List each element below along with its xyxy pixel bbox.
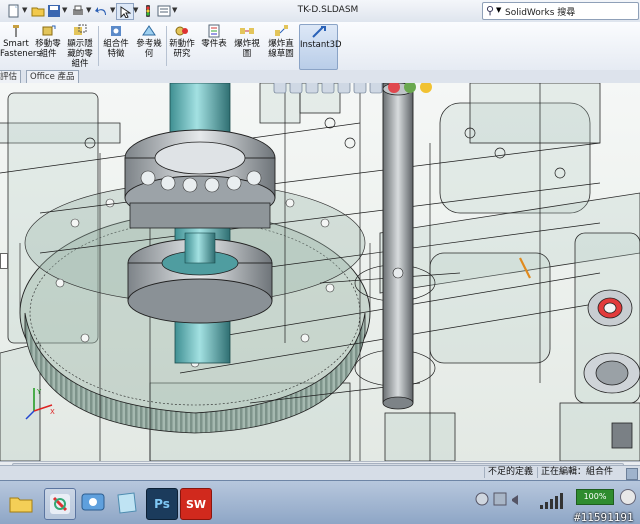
search-dropdown-icon[interactable]: ▼ (496, 6, 501, 14)
fastener-icon (13, 25, 19, 37)
new-file-icon[interactable] (6, 3, 22, 18)
explode-line-sketch-icon (275, 25, 288, 36)
view-orientation-icon[interactable] (337, 83, 351, 94)
photoshop-app-icon[interactable]: Ps (146, 488, 178, 520)
rebuild-icon[interactable] (140, 3, 156, 18)
button-label: 參考幾 何 (136, 39, 162, 59)
hide-show-items-icon[interactable] (369, 83, 383, 94)
svg-text:X: X (50, 408, 55, 416)
button-label: 移動零 組件 (35, 39, 61, 59)
reference-geometry-button[interactable]: 參考幾 何 (134, 24, 164, 68)
button-label: 爆炸直 線草圖 (268, 39, 294, 59)
show-hidden-components-button[interactable]: 顯示隱 藏的零 組件 (64, 24, 96, 69)
section-view-icon[interactable] (321, 83, 335, 94)
search-input[interactable]: SolidWorks 搜尋 (505, 5, 575, 18)
command-tabs: 評估 Office 產品 (0, 70, 640, 83)
select-dropdown-icon[interactable]: ▼ (133, 6, 139, 14)
explode-line-sketch-button[interactable]: 爆炸直 線草圖 (265, 24, 297, 68)
signal-strength-icon[interactable] (540, 493, 563, 509)
notepad-app-icon[interactable] (112, 488, 142, 518)
command-manager: Smart Fasteners 移動零 組件 顯示隱 藏的零 組件 組合件 特徵… (0, 22, 640, 71)
solidworks-app-icon[interactable]: SW (180, 488, 212, 520)
zoom-to-fit-icon[interactable] (273, 83, 287, 94)
media-app-icon[interactable] (44, 488, 76, 520)
motion-study-icon (175, 26, 188, 36)
assembly-model: Y X (0, 83, 640, 461)
options-dropdown-icon[interactable]: ▼ (172, 6, 178, 14)
open-folder-icon[interactable] (30, 3, 46, 18)
new-dropdown-icon[interactable]: ▼ (22, 6, 28, 14)
button-label: 新動作 研究 (169, 39, 195, 59)
tab-evaluate[interactable]: 評估 (0, 70, 22, 83)
clock-icon[interactable] (620, 489, 636, 505)
svg-text:Y: Y (36, 388, 42, 396)
instant3d-icon (311, 26, 326, 38)
button-label: 爆炸視 圖 (234, 39, 260, 59)
graphics-area[interactable]: Y X (0, 83, 640, 461)
view-settings-icon[interactable] (420, 83, 432, 93)
print-icon[interactable] (70, 3, 86, 18)
save-icon[interactable] (46, 3, 62, 18)
button-label: 組合件 特徵 (103, 39, 129, 59)
search-box[interactable]: ⚲ ▼ SolidWorks 搜尋 (482, 2, 639, 20)
volume-icon[interactable] (512, 495, 518, 505)
assembly-features-button[interactable]: 組合件 特徵 (100, 24, 132, 68)
save-dropdown-icon[interactable]: ▼ (62, 6, 68, 14)
messenger-app-icon[interactable] (78, 488, 108, 518)
help-icon[interactable] (626, 468, 638, 480)
show-hidden-icon (74, 24, 87, 35)
document-title: TK-D.SLDASM (297, 5, 359, 15)
network-status-icon[interactable] (475, 492, 489, 506)
solidworks-label: SW (185, 497, 207, 511)
button-label: Instant3D (300, 40, 342, 50)
move-component-icon (42, 25, 56, 36)
battery-indicator[interactable]: 100% (576, 489, 614, 505)
lower-bearing (127, 232, 273, 324)
assembly-features-icon (111, 26, 121, 36)
button-label: 顯示隱 藏的零 組件 (67, 39, 93, 69)
tab-office-products[interactable]: Office 產品 (26, 70, 79, 83)
undo-icon[interactable] (94, 3, 110, 18)
edit-appearance-icon[interactable] (388, 83, 400, 93)
folder-app-icon[interactable] (6, 488, 36, 518)
print-dropdown-icon[interactable]: ▼ (86, 6, 92, 14)
guide-rod (382, 83, 414, 410)
smart-fasteners-button[interactable]: Smart Fasteners (0, 24, 41, 68)
exploded-view-button[interactable]: 爆炸視 圖 (232, 24, 262, 68)
new-motion-study-button[interactable]: 新動作 研究 (167, 24, 197, 68)
status-definition: 不足的定義 (484, 467, 538, 478)
bom-icon (208, 24, 220, 38)
zoom-area-icon[interactable] (289, 83, 303, 94)
bill-of-materials-button[interactable]: 零件表 (199, 24, 229, 68)
button-label: 零件表 (201, 39, 227, 49)
exploded-view-icon (240, 28, 254, 34)
watermark: #11591191 (574, 511, 634, 524)
upper-bearing (124, 129, 276, 229)
device-icon[interactable] (493, 492, 507, 506)
move-component-button[interactable]: 移動零 組件 (33, 24, 63, 68)
photoshop-label: Ps (154, 497, 170, 511)
panel-collapse-handle[interactable] (0, 253, 8, 269)
previous-view-icon[interactable] (305, 83, 319, 94)
instant3d-button[interactable]: Instant3D (299, 24, 342, 70)
taskbar: Ps SW 100% (0, 480, 640, 524)
reference-geometry-icon (142, 25, 156, 36)
display-style-icon[interactable] (353, 83, 367, 94)
status-editing: 正在編輯：組合件 (537, 467, 626, 478)
heads-up-view-toolbar (272, 83, 437, 97)
search-icon: ⚲ (486, 4, 495, 17)
select-arrow-icon[interactable] (116, 3, 134, 20)
title-bar: ▼ ▼ ▼ ▼ ▼ ▼ TK-D.SLDASM ⚲ ▼ SolidWorks 搜… (0, 0, 640, 23)
apply-scene-icon[interactable] (404, 83, 416, 93)
options-icon[interactable] (156, 3, 172, 18)
